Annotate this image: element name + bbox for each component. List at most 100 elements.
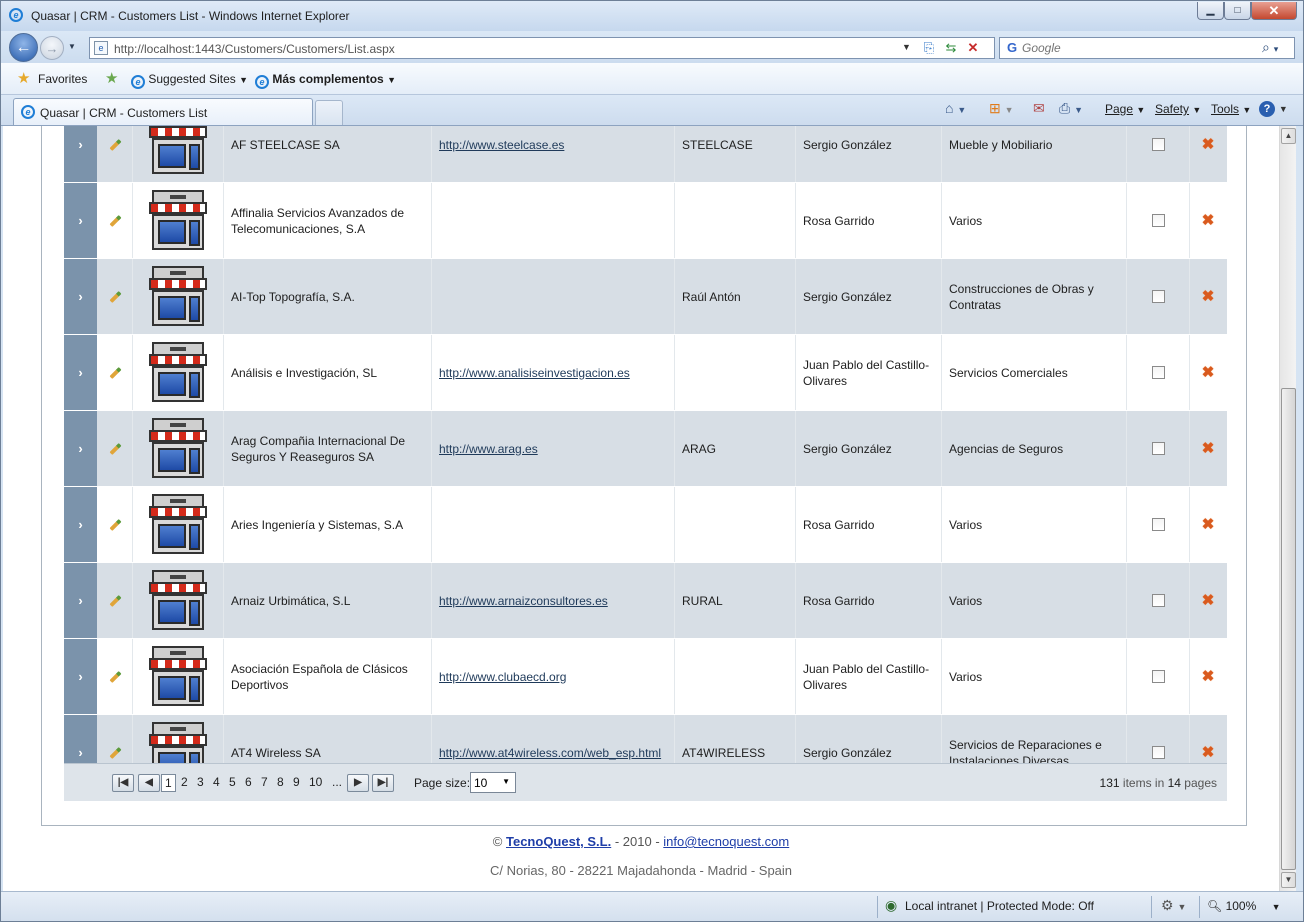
page-number[interactable]: 8 — [277, 775, 284, 789]
zoom-level[interactable]: 🔍︎ 100% ▼ — [1207, 899, 1281, 913]
tab-customers-list[interactable]: e Quasar | CRM - Customers List — [13, 98, 313, 125]
page-number[interactable]: 3 — [197, 775, 204, 789]
page-number[interactable]: 7 — [261, 775, 268, 789]
security-zone[interactable]: Local intranet | Protected Mode: Off — [905, 899, 1094, 913]
page-number[interactable]: 4 — [213, 775, 220, 789]
edit-pencil-icon[interactable] — [107, 517, 123, 533]
favorites-button[interactable]: ★ Favorites — [17, 70, 87, 87]
customer-row[interactable]: › Arag Compañia Internacional De Seguros … — [64, 411, 1227, 487]
customer-website-link[interactable]: http://www.steelcase.es — [439, 137, 564, 153]
select-checkbox[interactable] — [1151, 518, 1165, 531]
customer-website-link[interactable]: http://www.arnaizconsultores.es — [439, 593, 608, 609]
delete-icon[interactable]: ✖ — [1202, 592, 1215, 609]
expand-icon[interactable]: › — [64, 563, 97, 638]
customer-row[interactable]: › AI-Top Topografía, S.A. Raúl Antón Sergio… — [64, 259, 1227, 335]
page-number[interactable]: 5 — [229, 775, 236, 789]
select-checkbox[interactable] — [1151, 442, 1165, 455]
edit-pencil-icon[interactable] — [107, 745, 123, 761]
url-text[interactable]: http://localhost:1443/Customers/Customer… — [114, 42, 395, 56]
page-number[interactable]: 10 — [309, 775, 322, 789]
select-checkbox[interactable] — [1151, 670, 1165, 683]
address-dropdown[interactable]: ▼ — [902, 42, 911, 52]
select-checkbox[interactable] — [1151, 290, 1165, 303]
safety-menu[interactable]: Safety ▼ — [1155, 102, 1201, 116]
vertical-scrollbar[interactable]: ▲ ▼ — [1279, 126, 1296, 891]
page-number[interactable]: 6 — [245, 775, 252, 789]
search-box[interactable]: G ⌕ ▾ — [999, 37, 1295, 59]
customer-row[interactable]: › Arnaiz Urbimática, S.L http://www.arnaiz… — [64, 563, 1227, 639]
expand-icon[interactable]: › — [64, 411, 97, 486]
page-menu[interactable]: Page ▼ — [1105, 102, 1145, 116]
customer-row[interactable]: › Asociación Española de Clásicos Deporti… — [64, 639, 1227, 715]
feeds-icon[interactable]: ⊞ ▼ — [989, 100, 1014, 117]
close-button[interactable]: ✕ — [1251, 2, 1297, 20]
edit-pencil-icon[interactable] — [107, 213, 123, 229]
mail-icon[interactable]: ✉ — [1033, 100, 1045, 117]
expand-icon[interactable]: › — [64, 126, 97, 182]
print-icon[interactable]: ⎙ ▼ — [1059, 100, 1083, 117]
more-pages[interactable]: ... — [332, 775, 342, 789]
delete-icon[interactable]: ✖ — [1202, 136, 1215, 153]
forward-button[interactable]: → — [40, 36, 64, 60]
delete-icon[interactable]: ✖ — [1202, 212, 1215, 229]
expand-icon[interactable]: › — [64, 183, 97, 258]
customer-website-link[interactable]: http://www.at4wireless.com/web_esp.html — [439, 745, 661, 761]
page-number[interactable]: 9 — [293, 775, 300, 789]
back-button[interactable]: ← — [9, 33, 38, 62]
delete-icon[interactable]: ✖ — [1202, 744, 1215, 761]
more-addons[interactable]: e Más complementos ▼ — [255, 72, 396, 89]
protected-mode-icon[interactable]: ⚙ ▼ — [1161, 897, 1186, 914]
select-checkbox[interactable] — [1151, 214, 1165, 227]
expand-icon[interactable]: › — [64, 335, 97, 410]
edit-pencil-icon[interactable] — [107, 365, 123, 381]
edit-pencil-icon[interactable] — [107, 441, 123, 457]
customer-row[interactable]: › Análisis e Investigación, SL http://www.… — [64, 335, 1227, 411]
customer-website-link[interactable]: http://www.arag.es — [439, 441, 538, 457]
refresh-icon[interactable]: ⇆ — [942, 40, 960, 56]
help-icon[interactable]: ? ▼ — [1259, 99, 1288, 117]
edit-pencil-icon[interactable] — [107, 137, 123, 153]
select-checkbox[interactable] — [1151, 746, 1165, 759]
delete-icon[interactable]: ✖ — [1202, 668, 1215, 685]
customer-row[interactable]: › Aries Ingeniería y Sistemas, S.A Rosa Ga… — [64, 487, 1227, 563]
next-page-button[interactable]: ▶ — [347, 774, 369, 792]
prev-page-button[interactable]: ◀ — [138, 774, 160, 792]
delete-icon[interactable]: ✖ — [1202, 440, 1215, 457]
home-icon[interactable]: ⌂ ▼ — [945, 100, 966, 116]
customer-website-link[interactable]: http://www.clubaecd.org — [439, 669, 566, 685]
stop-icon[interactable]: ✕ — [964, 40, 982, 56]
delete-icon[interactable]: ✖ — [1202, 364, 1215, 381]
customer-row[interactable]: › AF STEELCASE SA http://www.steelcase.es S… — [64, 126, 1227, 183]
first-page-button[interactable]: |◀ — [112, 774, 134, 792]
edit-pencil-icon[interactable] — [107, 669, 123, 685]
customer-row[interactable]: › Affinalia Servicios Avanzados de Teleco… — [64, 183, 1227, 259]
compat-icon[interactable]: ⎘ — [920, 40, 938, 56]
expand-icon[interactable]: › — [64, 639, 97, 714]
select-checkbox[interactable] — [1151, 366, 1165, 379]
expand-icon[interactable]: › — [64, 487, 97, 562]
page-number[interactable]: 1 — [161, 774, 176, 792]
page-number[interactable]: 2 — [181, 775, 188, 789]
last-page-button[interactable]: ▶| — [372, 774, 394, 792]
customer-website-link[interactable]: http://www.analisiseinvestigacion.es — [439, 365, 630, 381]
address-bar[interactable]: e http://localhost:1443/Customers/Custom… — [89, 37, 995, 59]
search-icon[interactable]: ⌕ ▾ — [1262, 39, 1278, 56]
tools-menu[interactable]: Tools ▼ — [1211, 102, 1251, 116]
scroll-down-button[interactable]: ▼ — [1281, 872, 1296, 888]
scroll-up-button[interactable]: ▲ — [1281, 128, 1296, 144]
expand-icon[interactable]: › — [64, 259, 97, 334]
suggested-sites[interactable]: ★ e Suggested Sites ▼ — [105, 70, 248, 89]
page-size-select[interactable]: 10 ▼ — [470, 772, 516, 793]
company-link[interactable]: TecnoQuest, S.L. — [506, 834, 611, 849]
minimize-button[interactable]: ▁ — [1197, 2, 1224, 20]
email-link[interactable]: info@tecnoquest.com — [663, 834, 789, 849]
delete-icon[interactable]: ✖ — [1202, 288, 1215, 305]
maximize-button[interactable]: □ — [1224, 2, 1251, 20]
search-input[interactable] — [1022, 40, 1262, 56]
select-checkbox[interactable] — [1151, 138, 1165, 151]
edit-pencil-icon[interactable] — [107, 593, 123, 609]
recent-pages-dropdown[interactable]: ▼ — [68, 42, 76, 51]
new-tab-button[interactable] — [315, 100, 343, 125]
delete-icon[interactable]: ✖ — [1202, 516, 1215, 533]
scroll-thumb[interactable] — [1281, 388, 1296, 870]
